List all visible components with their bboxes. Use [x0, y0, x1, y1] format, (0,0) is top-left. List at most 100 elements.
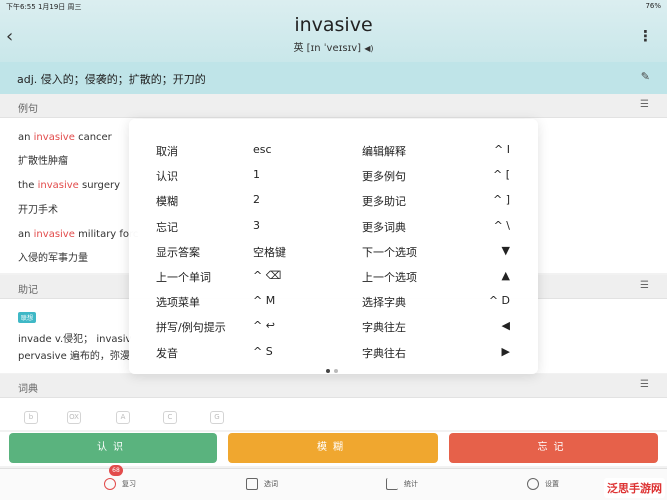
menu-icon[interactable]: ☰	[640, 379, 649, 390]
shortcut-label: 取消	[156, 145, 178, 158]
shortcut-label: 忘记	[156, 220, 178, 234]
shortcut-label: 上一个选项	[362, 271, 417, 284]
shortcut-key: 3	[253, 218, 260, 232]
shortcut-key: ^ I	[494, 143, 510, 156]
example-sentence[interactable]: an invasive cancer	[18, 132, 112, 143]
more-menu-icon[interactable]: ⋮	[638, 27, 653, 45]
status-time: 下午6:55 1月19日 周三	[6, 3, 82, 11]
dictionary-section-label: 词典	[18, 384, 38, 395]
review-icon	[104, 478, 116, 490]
bing-dict-icon[interactable]: b	[24, 411, 38, 424]
keyboard-shortcuts-overlay: 取消 esc 认识 1 模糊 2 忘记 3 显示答案 空格键上一个单词 ^ ⌫ 选项菜单 ^ M 拼写/例…	[129, 119, 538, 374]
shortcut-label: 模糊	[156, 195, 178, 209]
examples-section-label: 例句	[18, 104, 38, 115]
answer-buttons: 认识 模糊 忘记	[0, 432, 667, 466]
know-button[interactable]: 认识	[9, 433, 217, 463]
oxford-dict-icon[interactable]: OX	[67, 411, 81, 424]
menu-icon[interactable]: ☰	[640, 99, 649, 110]
status-bar: 下午6:55 1月19日 周三 76%	[0, 0, 667, 12]
shortcut-key: ^ ⌫	[253, 269, 282, 282]
tab-lists[interactable]: 选词	[246, 478, 278, 490]
shortcut-key: ◀	[501, 319, 510, 333]
shortcut-key: ^ [	[492, 168, 510, 182]
dictionary-icons: b OX A C G	[0, 398, 667, 430]
shortcut-label: 字典往左	[362, 321, 406, 335]
forget-button[interactable]: 忘记	[449, 433, 658, 463]
word-title: invasive	[294, 14, 373, 36]
association-tag: 联想	[18, 312, 37, 323]
shortcut-label: 上一个单词	[156, 271, 211, 284]
tab-review[interactable]: 复习	[104, 478, 136, 490]
shortcut-label: 更多例句	[362, 170, 406, 184]
tab-label: 复习	[122, 480, 136, 488]
page-dot	[334, 369, 338, 373]
shortcut-label: 认识	[156, 170, 178, 184]
example-translation: 扩散性肿瘤	[18, 156, 68, 167]
menu-icon[interactable]: ☰	[640, 280, 649, 291]
tab-label: 统计	[404, 480, 418, 488]
shortcut-key: ^ M	[253, 294, 276, 308]
example-text: cancer	[74, 132, 112, 143]
shortcut-key: ^ ]	[492, 193, 510, 207]
example-sentence[interactable]: the invasive surgery	[18, 180, 120, 191]
dict-icon[interactable]: C	[163, 411, 177, 424]
shortcut-key: ▼	[501, 243, 510, 257]
shortcut-key: ▶	[501, 344, 510, 358]
phonetic-text: 英 [ɪn ˈveɪsɪv]	[293, 43, 362, 54]
mnemonic-line: pervasive 遍布的，弥漫	[18, 351, 130, 362]
example-text: surgery	[78, 180, 121, 191]
mnemonic-line: invade v.侵犯； invasiv	[18, 334, 132, 345]
shortcut-label: 选择字典	[362, 296, 406, 310]
shortcut-key: 1	[253, 168, 260, 182]
shortcut-key: esc	[253, 143, 272, 156]
shortcut-key: ▲	[501, 269, 510, 282]
example-sentence[interactable]: an invasive military forc	[18, 229, 138, 240]
example-text: an	[18, 229, 34, 240]
example-highlight: invasive	[37, 180, 79, 191]
shortcut-label: 编辑解释	[362, 145, 406, 158]
fuzzy-button[interactable]: 模糊	[228, 433, 438, 463]
speaker-icon[interactable]: ◀)	[364, 44, 373, 53]
shortcut-key: 2	[253, 193, 260, 207]
gear-icon	[527, 478, 539, 490]
definition-bar: adj. 侵入的；侵袭的；扩散的；开刀的 ✎	[0, 62, 667, 94]
example-translation: 开刀手术	[18, 205, 58, 216]
tab-stats[interactable]: 统计	[386, 478, 418, 490]
shortcut-label: 显示答案	[156, 245, 200, 259]
example-text: the	[18, 180, 38, 191]
example-text: an	[18, 132, 34, 143]
dictionary-section-header: 词典 ☰	[0, 374, 667, 398]
shortcut-label: 更多助记	[362, 195, 406, 209]
example-highlight: invasive	[33, 132, 75, 143]
tab-label: 选词	[264, 480, 278, 488]
edit-icon[interactable]: ✎	[641, 70, 650, 83]
dict-icon[interactable]: G	[210, 411, 224, 424]
tab-label: 设置	[545, 480, 559, 488]
mnemonic-section-label: 助记	[18, 285, 38, 296]
definition-text: adj. 侵入的；侵袭的；扩散的；开刀的	[17, 73, 206, 86]
shortcut-label: 更多词典	[362, 220, 406, 234]
list-icon	[246, 478, 258, 490]
shortcut-label: 字典往右	[362, 346, 406, 360]
shortcut-key: ^ D	[488, 294, 510, 308]
shortcut-label: 选项菜单	[156, 296, 200, 310]
example-translation: 入侵的军事力量	[18, 253, 88, 264]
dict-icon[interactable]: A	[116, 411, 130, 424]
examples-section-header: 例句 ☰	[0, 94, 667, 118]
shortcut-label: 发音	[156, 346, 178, 360]
status-battery: 76%	[645, 2, 661, 10]
shortcut-key: 空格键	[253, 245, 286, 259]
shortcut-key: ^ ↩	[253, 319, 275, 333]
tab-bar: 复习 68 选词 统计 设置	[0, 465, 667, 500]
shortcut-key: ^ \	[493, 218, 510, 232]
tab-settings[interactable]: 设置	[527, 478, 559, 490]
phonetic[interactable]: 英 [ɪn ˈveɪsɪv] ◀)	[0, 39, 667, 54]
review-count-badge: 68	[109, 465, 123, 476]
shortcut-label: 拼写/例句提示	[156, 321, 226, 335]
shortcut-label: 下一个选项	[362, 245, 417, 259]
page-dot-active	[326, 369, 330, 373]
watermark-logo: 泛思手游网	[604, 478, 665, 498]
chart-icon	[386, 478, 398, 490]
shortcut-key: ^ S	[253, 344, 273, 358]
example-highlight: invasive	[33, 229, 75, 240]
